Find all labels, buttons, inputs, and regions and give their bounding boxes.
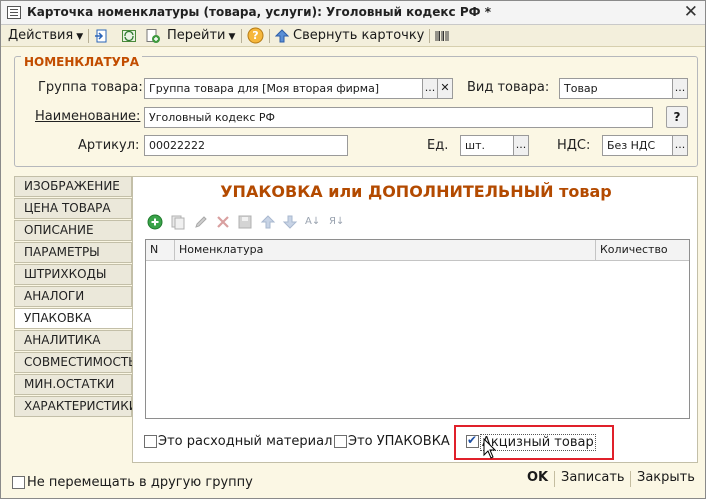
vat-label: НДС: [557,138,591,153]
is-package-checkbox[interactable] [334,435,347,448]
sort-ascending-icon[interactable]: А↓ [305,214,320,230]
unit-select-button[interactable]: ... [513,135,529,156]
article-field[interactable]: 00022222 [144,135,348,156]
table-header: N Номенклатура Количество [146,240,689,261]
toolbar-separator [88,29,89,43]
move-down-icon[interactable] [282,214,298,233]
barcode-icon[interactable] [435,30,449,45]
tab-packaging[interactable]: УПАКОВКА [14,308,133,329]
goto-menu[interactable]: Перейти ▼ [167,27,235,45]
dropdown-arrow-icon: ▼ [76,32,84,42]
edit-row-icon[interactable] [193,214,209,233]
vat-field[interactable]: Без НДС [602,135,673,156]
tab-analogs[interactable]: АНАЛОГИ [14,286,132,307]
close-button[interactable]: Закрыть [637,470,695,485]
unit-field[interactable]: шт. [460,135,514,156]
footer-separator [630,471,631,487]
dropdown-arrow-icon: ▼ [228,32,236,42]
copy-document-icon[interactable] [145,28,161,47]
name-field[interactable]: Уголовный кодекс РФ [144,107,653,128]
collapse-arrow-icon [274,29,290,46]
column-header-n[interactable]: N [146,240,175,260]
column-header-quantity[interactable]: Количество [596,240,689,260]
copy-row-icon[interactable] [170,214,186,233]
product-kind-select-button[interactable]: ... [672,78,688,99]
mouse-cursor-icon [483,437,497,463]
consumable-checkbox[interactable] [144,435,157,448]
add-row-icon[interactable] [147,214,163,233]
document-icon [7,6,21,19]
name-label-link[interactable]: Наименование: [35,109,140,124]
actions-menu[interactable]: Действия ▼ [8,27,83,45]
column-header-nomenclature[interactable]: Номенклатура [175,240,596,260]
sort-descending-icon[interactable]: Я↓ [329,214,344,230]
unit-label: Ед. [427,138,449,153]
nomenclature-card-window: Карточка номенклатуры (товара, услуги): … [0,0,706,499]
window-close-button[interactable]: ✕ [684,2,698,22]
excise-label[interactable]: Акцизный товар [480,434,596,451]
save-row-icon[interactable] [237,214,253,233]
product-group-label: Группа товара: [38,80,143,95]
title-bar: Карточка номенклатуры (товара, услуги): … [1,1,705,25]
vat-select-button[interactable]: ... [672,135,688,156]
article-label: Артикул: [78,138,140,153]
move-to-group-icon[interactable] [94,28,110,47]
toolbar: Действия ▼ Перейти ▼ ? Свернуть карточку [1,25,705,47]
tab-characteristics[interactable]: ХАРАКТЕРИСТИКИ [14,396,138,417]
product-kind-label: Вид товара: [467,80,550,95]
product-group-field[interactable]: Группа товара для [Моя вторая фирма] [144,78,423,99]
delete-row-icon[interactable] [215,214,231,233]
window-title: Карточка номенклатуры (товара, услуги): … [27,5,491,19]
goto-menu-label: Перейти [167,28,226,43]
toolbar-separator [429,29,430,43]
help-button[interactable]: ? [247,27,264,47]
move-up-icon[interactable] [260,214,276,233]
tab-image[interactable]: ИЗОБРАЖЕНИЕ [14,176,132,197]
no-move-checkbox[interactable] [12,476,25,489]
product-group-clear-button[interactable]: ✕ [437,78,453,99]
tab-barcodes[interactable]: ШТРИХКОДЫ [14,264,132,285]
name-help-button[interactable]: ? [666,106,688,128]
tab-analytics[interactable]: АНАЛИТИКА [14,330,132,351]
packaging-table[interactable]: N Номенклатура Количество [145,239,690,419]
actions-menu-label: Действия [8,28,74,43]
tab-price[interactable]: ЦЕНА ТОВАРА [14,198,132,219]
packaging-title: УПАКОВКА или ДОПОЛНИТЕЛЬНЫЙ товар [220,182,612,201]
footer-separator [554,471,555,487]
nomenclature-group-title: НОМЕНКЛАТУРА [21,55,143,69]
packaging-panel: УПАКОВКА или ДОПОЛНИТЕЛЬНЫЙ товар А↓ Я↓ … [132,176,698,463]
no-move-label[interactable]: Не перемещать в другую группу [27,475,253,490]
excise-checkbox[interactable] [466,433,479,448]
tab-compatibility[interactable]: СОВМЕСТИМОСТЬ [14,352,136,373]
toolbar-separator [241,29,242,43]
product-kind-field[interactable]: Товар [559,78,673,99]
refresh-icon[interactable] [121,28,137,47]
help-icon: ? [252,29,259,42]
tab-description[interactable]: ОПИСАНИЕ [14,220,132,241]
is-package-label[interactable]: Это УПАКОВКА [348,434,450,449]
product-group-select-button[interactable]: ... [422,78,438,99]
tab-min-stock[interactable]: МИН.ОСТАТКИ [14,374,132,395]
tab-parameters[interactable]: ПАРАМЕТРЫ [14,242,132,263]
consumable-label[interactable]: Это расходный материал [158,434,332,449]
collapse-card-button[interactable]: Свернуть карточку [293,27,424,45]
save-button[interactable]: Записать [561,470,625,485]
ok-button[interactable]: OK [527,470,548,485]
toolbar-separator [269,29,270,43]
